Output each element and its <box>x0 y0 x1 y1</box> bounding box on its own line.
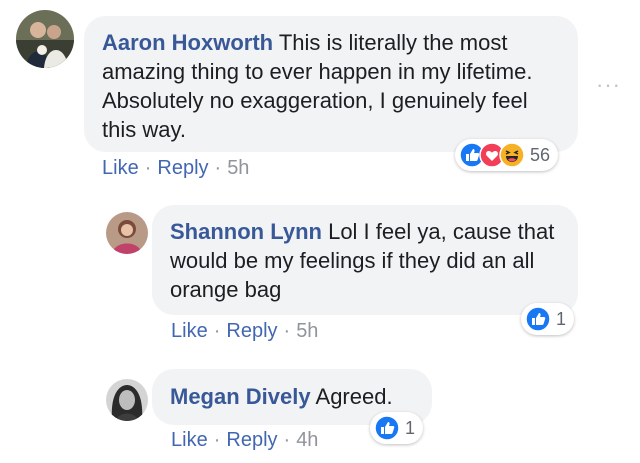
like-button[interactable]: Like <box>171 429 208 451</box>
avatar-megan-dively[interactable] <box>106 379 148 421</box>
separator-dot: · <box>283 320 291 342</box>
reaction-summary[interactable]: 56 <box>455 139 559 171</box>
avatar-photo <box>16 10 74 68</box>
separator-dot: · <box>283 429 291 451</box>
separator-dot: · <box>214 157 222 179</box>
avatar-shannon-lynn[interactable] <box>106 212 148 254</box>
comment-actions: Like · Reply · 5h <box>102 157 249 180</box>
reply-text-block: Megan Dively Agreed. <box>170 382 414 411</box>
haha-icon <box>499 142 525 168</box>
comment-text-block: Aaron Hoxworth This is literally the mos… <box>102 28 560 144</box>
comment-author[interactable]: Aaron Hoxworth <box>102 30 273 55</box>
reply-bubble: Shannon Lynn Lol I feel ya, cause that w… <box>152 205 578 315</box>
reply-button[interactable]: Reply <box>226 429 277 451</box>
reply-text: Agreed. <box>315 384 393 409</box>
reply-button[interactable]: Reply <box>226 320 277 342</box>
avatar-photo <box>106 212 148 254</box>
more-options-icon[interactable]: ··· <box>596 74 621 96</box>
reaction-count: 56 <box>530 144 551 165</box>
reaction-summary[interactable]: 1 <box>370 412 424 444</box>
like-icon <box>374 415 400 441</box>
separator-dot: · <box>213 429 221 451</box>
reply-timestamp[interactable]: 5h <box>296 320 318 342</box>
reaction-count: 1 <box>556 308 567 329</box>
like-button[interactable]: Like <box>171 320 208 342</box>
like-icon <box>525 306 551 332</box>
comment-bubble: Aaron Hoxworth This is literally the mos… <box>84 16 578 152</box>
reply-button[interactable]: Reply <box>157 157 208 179</box>
avatar-aaron-hoxworth[interactable] <box>16 10 74 68</box>
reaction-count: 1 <box>405 417 416 438</box>
separator-dot: · <box>144 157 152 179</box>
reply-text-block: Shannon Lynn Lol I feel ya, cause that w… <box>170 217 560 304</box>
like-button[interactable]: Like <box>102 157 139 179</box>
reply-actions: Like · Reply · 5h <box>171 320 318 343</box>
reply-actions: Like · Reply · 4h <box>171 429 318 452</box>
reply-author[interactable]: Megan Dively <box>170 384 311 409</box>
separator-dot: · <box>213 320 221 342</box>
reaction-summary[interactable]: 1 <box>521 303 575 335</box>
reply-timestamp[interactable]: 4h <box>296 429 318 451</box>
reply-author[interactable]: Shannon Lynn <box>170 219 322 244</box>
avatar-photo <box>106 379 148 421</box>
comment-timestamp[interactable]: 5h <box>227 157 249 179</box>
